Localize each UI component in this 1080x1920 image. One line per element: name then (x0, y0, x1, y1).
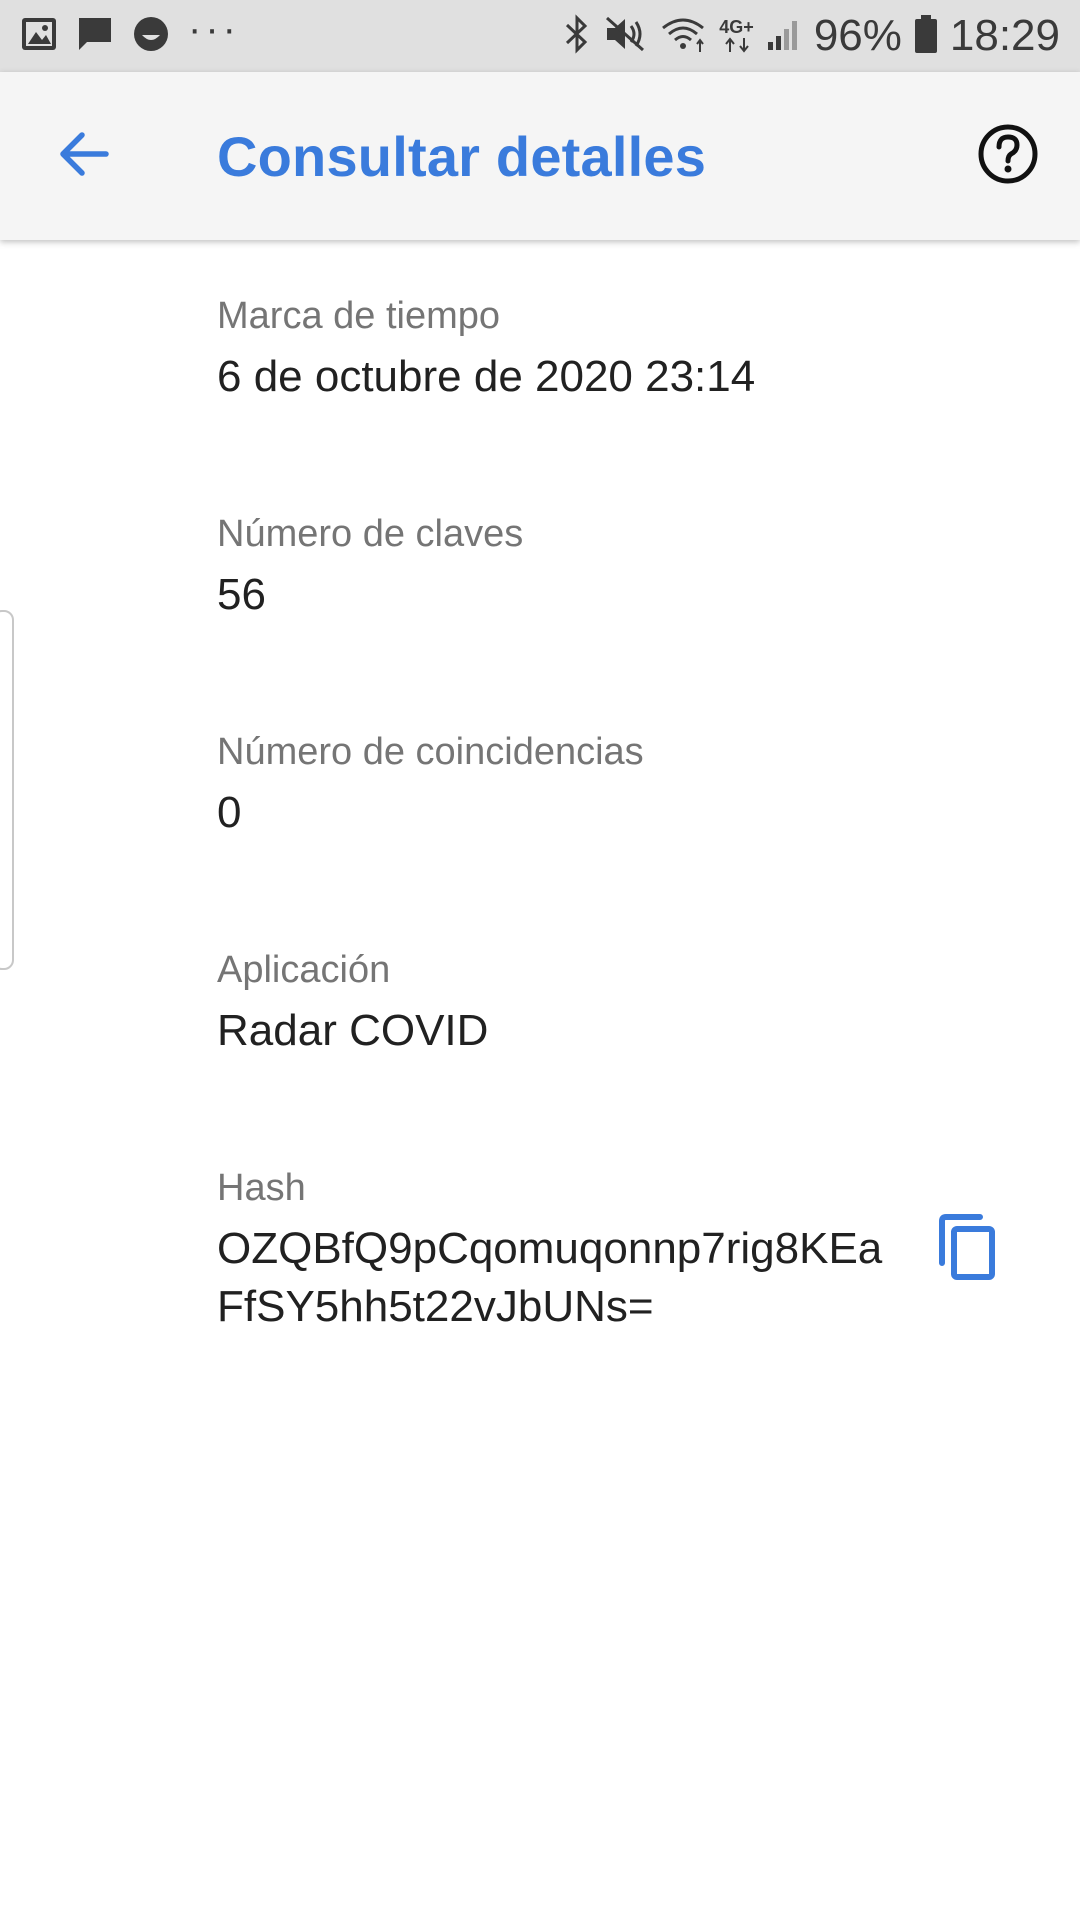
mute-icon (603, 14, 647, 59)
detail-label: Aplicación (217, 949, 391, 991)
hash-value: OZQBfQ9pCqomuqonnp7rig8KEaFfSY5hh5t22vJb… (217, 1224, 883, 1331)
status-bar-right: 4G+ 96% 18:29 (551, 11, 1060, 61)
image-icon (20, 16, 58, 57)
detail-label: Número de coincidencias (217, 731, 644, 773)
status-bar: ··· 4G+ 96% 18:29 (0, 0, 1080, 72)
battery-percent: 96% (813, 11, 902, 60)
mobile-data-icon: 4G+ (719, 18, 754, 54)
emoji-icon (132, 15, 170, 58)
signal-icon (766, 16, 802, 57)
page-title: Consultar detalles (217, 125, 707, 188)
detail-key-count: Número de claves 56 (217, 510, 523, 624)
details-list: Marca de tiempo 6 de octubre de 2020 23:… (0, 240, 1080, 1920)
detail-label: Marca de tiempo (217, 295, 501, 337)
copy-hash-button[interactable] (936, 1213, 1000, 1283)
detail-value: 0 (217, 788, 242, 837)
message-icon (76, 15, 114, 58)
detail-application: Aplicación Radar COVID (217, 946, 488, 1060)
detail-value: Radar COVID (217, 1006, 489, 1055)
battery-icon (914, 14, 938, 59)
detail-value: 56 (217, 570, 266, 619)
detail-label: Hash (217, 1167, 306, 1209)
back-button[interactable] (52, 122, 116, 186)
detail-hash: Hash OZQBfQ9pCqomuqonnp7rig8KEaFfSY5hh5t… (217, 1164, 887, 1336)
app-bar: Consultar detalles (0, 72, 1080, 240)
help-circle-icon (978, 124, 1038, 184)
bluetooth-icon (563, 13, 591, 59)
detail-label: Número de claves (217, 513, 524, 555)
copy-icon (939, 1214, 995, 1280)
detail-match-count: Número de coincidencias 0 (217, 728, 644, 842)
arrow-back-icon (60, 132, 109, 176)
wifi-icon (659, 14, 707, 59)
detail-value: 6 de octubre de 2020 23:14 (217, 352, 756, 401)
clock: 18:29 (949, 11, 1060, 60)
help-button[interactable] (976, 122, 1040, 186)
network-label: 4G+ (719, 17, 754, 37)
status-bar-left: ··· (20, 7, 258, 58)
detail-timestamp: Marca de tiempo 6 de octubre de 2020 23:… (217, 292, 755, 406)
more-dots-icon: ··· (188, 6, 240, 51)
